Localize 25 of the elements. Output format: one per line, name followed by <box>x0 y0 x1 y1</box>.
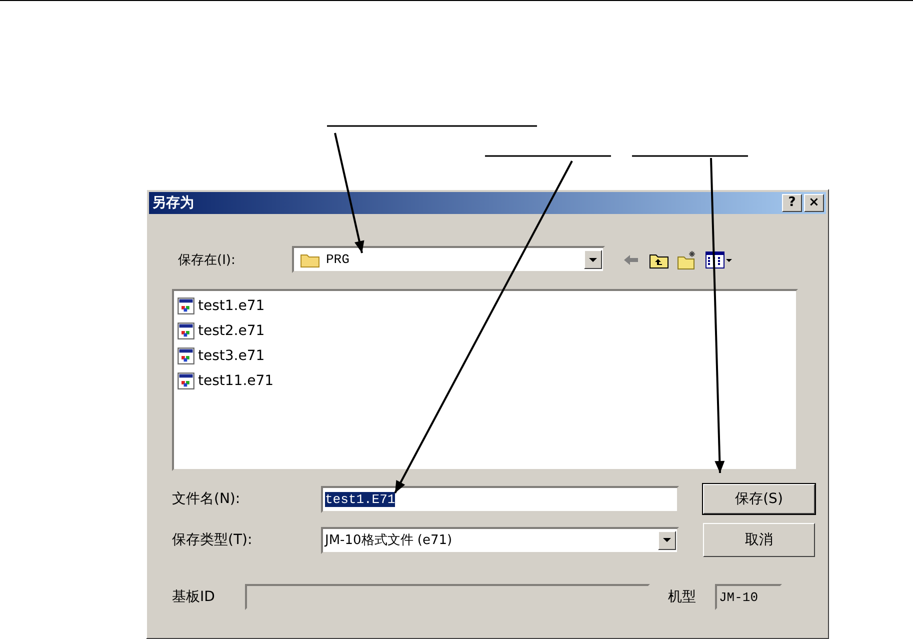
save-in-label: 保存在(I): <box>177 252 236 268</box>
file-icon <box>177 372 195 390</box>
file-type-dropdown[interactable]: JM-10格式文件 (e71) <box>321 526 679 554</box>
file-item[interactable]: test1.e71 <box>177 293 265 318</box>
cancel-button[interactable]: 取消 <box>703 523 815 557</box>
file-icon <box>177 322 195 340</box>
file-icon <box>177 346 195 364</box>
help-button[interactable]: ? <box>782 194 802 212</box>
board-id-label: 基板ID <box>172 588 216 606</box>
file-icon <box>177 296 195 314</box>
model-field[interactable]: JM-10 <box>715 584 782 610</box>
folder-icon <box>300 252 320 268</box>
window-title: 另存为 <box>152 194 194 212</box>
model-label: 机型 <box>668 588 697 606</box>
save-button[interactable]: 保存(S) <box>703 484 815 514</box>
close-button[interactable]: × <box>804 194 824 212</box>
save-in-dropdown[interactable]: PRG <box>292 246 605 273</box>
file-name-field[interactable]: test1.E71 <box>321 486 679 512</box>
new-folder-icon[interactable] <box>677 250 697 270</box>
file-name-label: 文件名(N): <box>172 490 242 508</box>
view-menu-icon[interactable] <box>705 250 733 270</box>
file-item[interactable]: test11.e71 <box>177 368 274 393</box>
file-item[interactable]: test2.e71 <box>177 318 265 343</box>
file-item[interactable]: test3.e71 <box>177 343 265 368</box>
file-type-label: 保存类型(T): <box>172 531 254 549</box>
